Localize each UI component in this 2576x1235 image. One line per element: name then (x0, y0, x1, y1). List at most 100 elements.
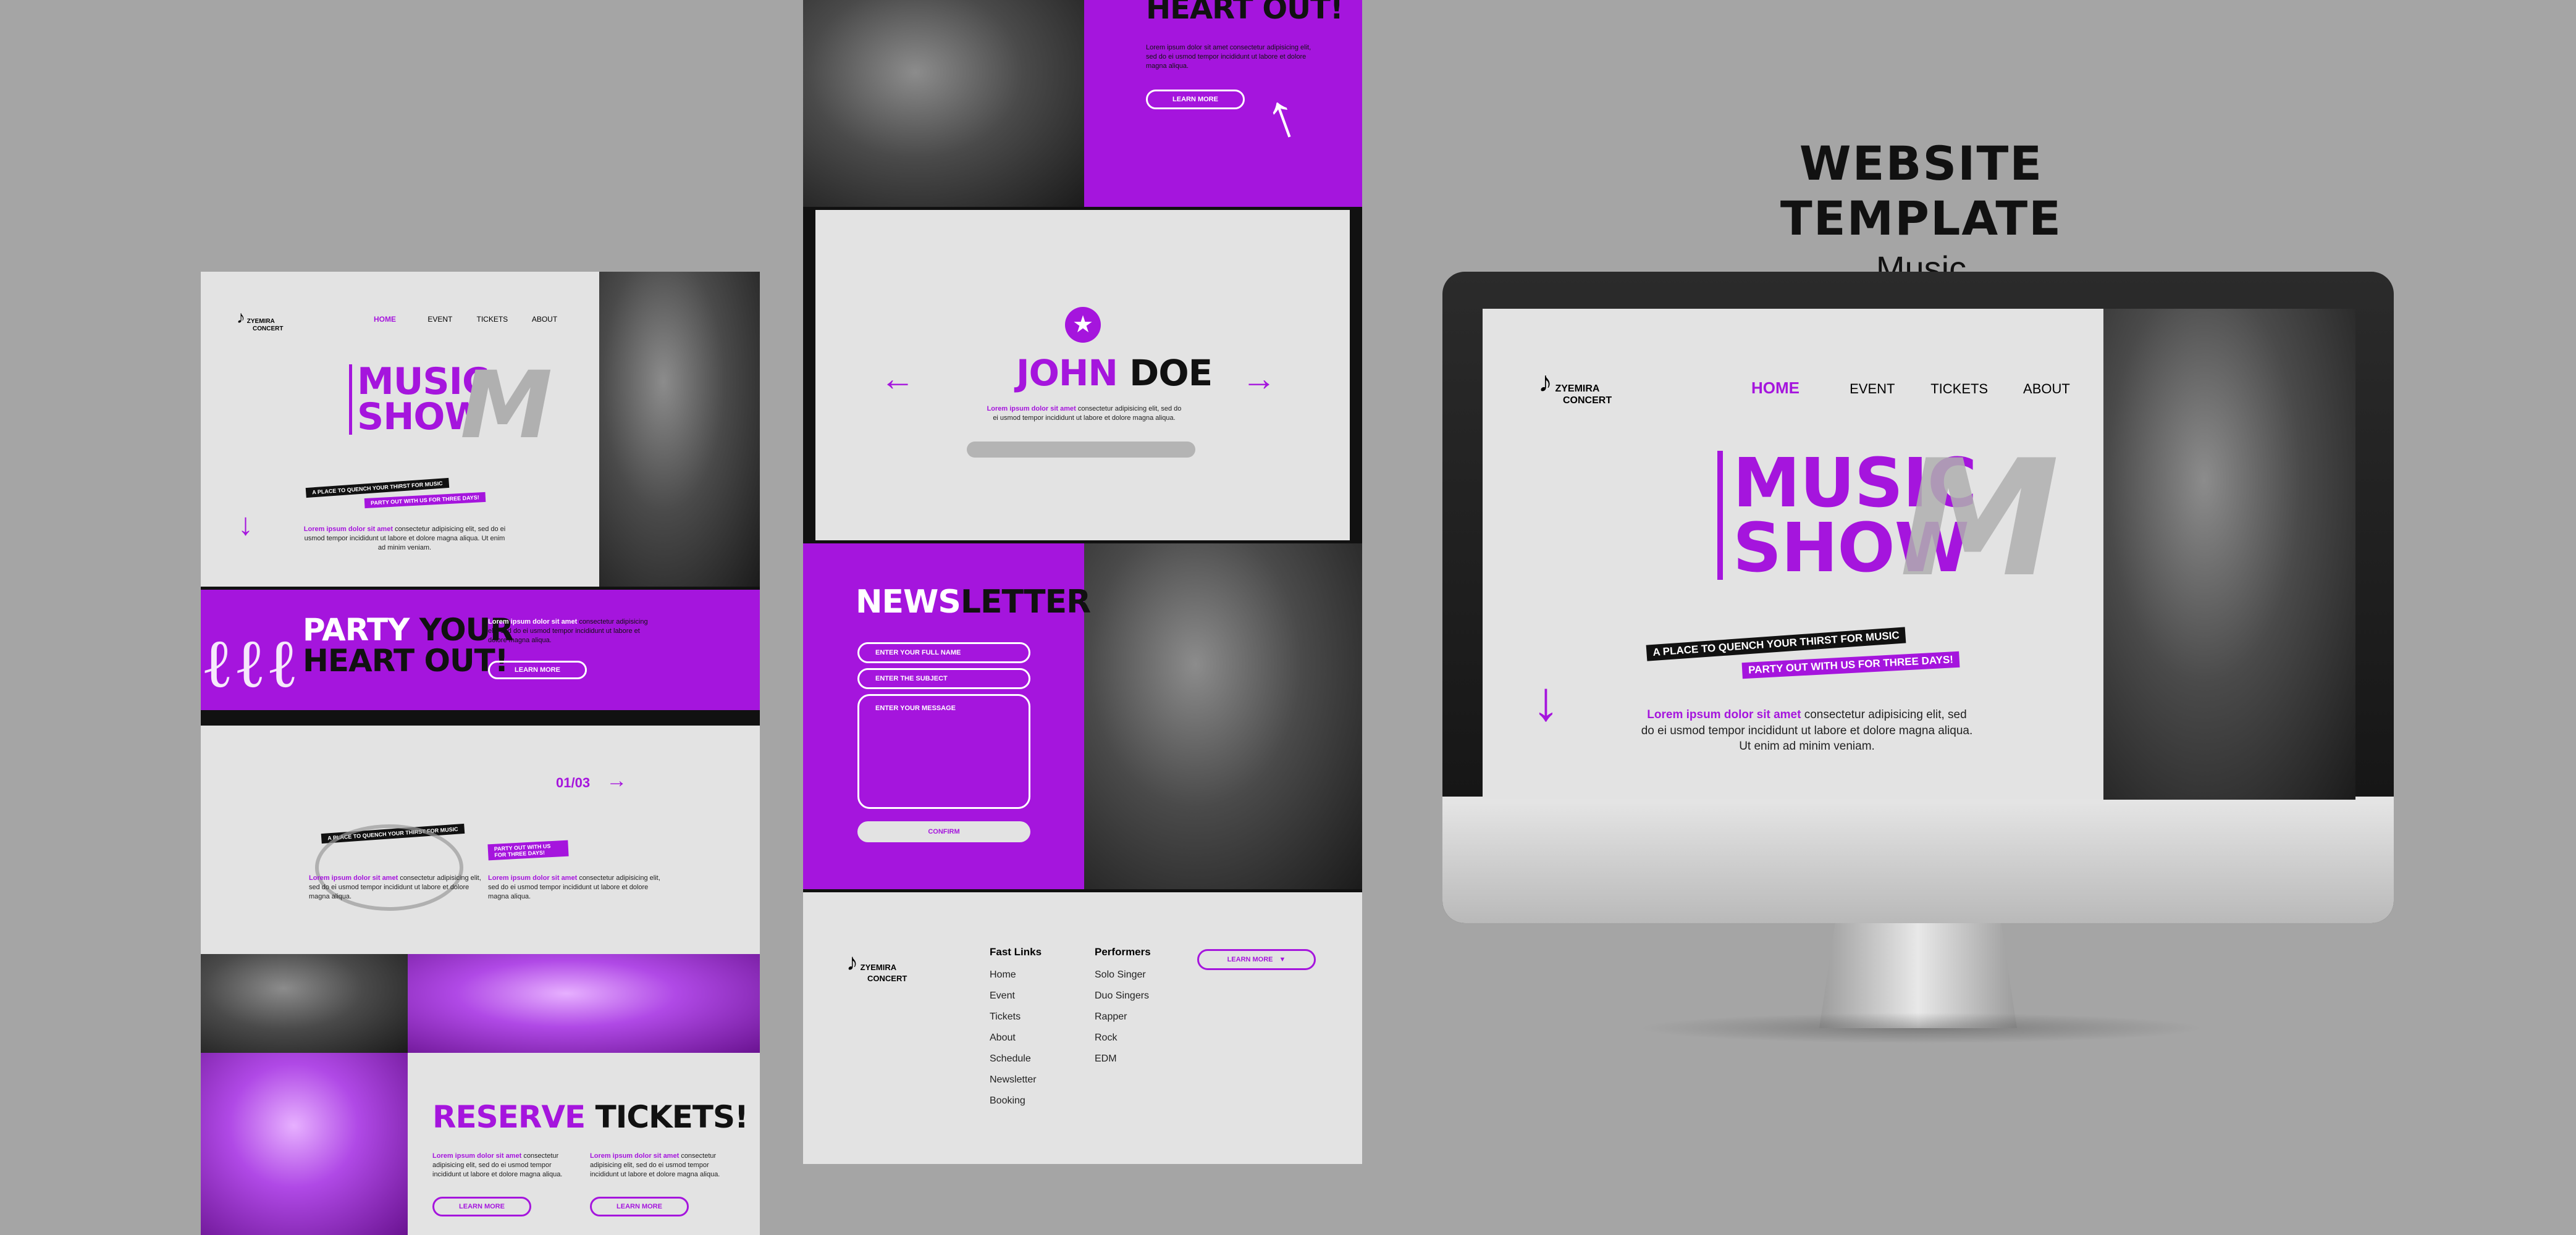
screen-nav-event[interactable]: EVENT (1850, 381, 1895, 396)
newsletter-name-field[interactable]: ENTER YOUR FULL NAME (857, 642, 1030, 663)
screen-lorem-bold: Lorem ipsum dolor sit amet (1647, 708, 1801, 721)
template-header: WEBSITE TEMPLATE Music (1656, 136, 2187, 288)
left-party-lorem: Lorem ipsum dolor sit amet consectetur a… (488, 618, 649, 645)
footer-fast-links: Fast Links Home Event Tickets About Sche… (990, 946, 1042, 1116)
screen-hero-lorem: Lorem ipsum dolor sit amet consectetur a… (1640, 707, 1974, 755)
footer-button-label: LEARN MORE (1227, 956, 1273, 963)
screen-nav-home[interactable]: HOME (1751, 379, 1799, 397)
logo-line1: ZYEMIRA (246, 318, 275, 325)
reserve-col1-bold: Lorem ipsum dolor sit amet (432, 1152, 522, 1160)
mid-top-lorem: Lorem ipsum dolor sit amet consectetur a… (1146, 44, 1311, 70)
performer-next-arrow-icon[interactable]: → (1242, 358, 1276, 398)
party-lorem-bold: Lorem ipsum dolor sit amet (488, 618, 578, 626)
newsletter-subject-field[interactable]: ENTER THE SUBJECT (857, 668, 1030, 689)
left-reserve-title: RESERVE TICKETS! (432, 1099, 749, 1135)
footer-logo: ♪ ZYEMIRA CONCERT (846, 951, 907, 982)
left-party-title: PARTY YOUR HEART OUT! (303, 614, 514, 679)
reserve-button-2[interactable]: LEARN MORE (590, 1197, 689, 1216)
reserve-col-2: Lorem ipsum dolor sit amet consectetur a… (590, 1152, 738, 1179)
nav-home[interactable]: HOME (374, 315, 396, 324)
performer-last: DOE (1129, 352, 1213, 394)
nav-event[interactable]: EVENT (427, 315, 452, 324)
left-nav: HOME EVENT TICKETS ABOUT (374, 315, 557, 324)
gallery-photo-3 (201, 1053, 408, 1235)
left-logo: ♪ ZYEMIRA CONCERT (237, 309, 283, 332)
footer-link[interactable]: Event (990, 990, 1042, 1002)
fast-links-title: Fast Links (990, 946, 1042, 958)
performer-first: JOHN (1016, 352, 1118, 394)
reserve-col-1: Lorem ipsum dolor sit amet consectetur a… (432, 1152, 581, 1179)
footer-link[interactable]: Home (990, 969, 1042, 981)
footer-performer[interactable]: Rapper (1095, 1011, 1151, 1023)
mid-top-photo (803, 0, 1084, 207)
footer-performer[interactable]: Duo Singers (1095, 990, 1151, 1002)
footer-performer[interactable]: Solo Singer (1095, 969, 1151, 981)
hero-down-arrow-icon[interactable]: ↓ (238, 506, 253, 542)
footer-performer[interactable]: Rock (1095, 1032, 1151, 1044)
party-scribble: ℓℓℓ (201, 624, 299, 703)
left-party-button[interactable]: LEARN MORE (488, 661, 587, 679)
footer-link[interactable]: Tickets (990, 1011, 1042, 1023)
performer-lorem-bold: Lorem ipsum dolor sit amet (987, 405, 1076, 412)
footer-link[interactable]: Schedule (990, 1053, 1042, 1065)
performer-brush-stroke (967, 442, 1195, 458)
slider-tag-2: PARTY OUT WITH US FOR THREE DAYS! (487, 840, 569, 861)
screen-down-arrow-icon[interactable]: ↓ (1532, 670, 1560, 734)
screen-logo: ♪ ZYEMIRA CONCERT (1538, 367, 1612, 406)
monitor-stand-shadow (1637, 1013, 2205, 1044)
performer-name: JOHN DOE (1016, 352, 1213, 394)
reserve-col2-bold: Lorem ipsum dolor sit amet (590, 1152, 680, 1160)
party-title-3: HEART OUT! (303, 643, 508, 679)
screen-nav: HOME EVENT TICKETS ABOUT (1751, 379, 2070, 398)
newsletter-photo (1084, 543, 1362, 889)
reserve-button-1[interactable]: LEARN MORE (432, 1197, 531, 1216)
performer-lorem: Lorem ipsum dolor sit amet consectetur a… (985, 404, 1183, 423)
footer-learn-more-button[interactable]: LEARN MORE ▼ (1197, 949, 1316, 970)
slider-col1-bold: Lorem ipsum dolor sit amet (309, 874, 398, 882)
slider-counter: 01/03 → (556, 769, 627, 793)
footer-logo-note-icon: ♪ (846, 950, 858, 976)
screen-logo-note-icon: ♪ (1538, 366, 1552, 398)
monitor-chin (1442, 797, 2394, 923)
screen-scribble-m: M (1900, 426, 2060, 613)
slider-col2-bold: Lorem ipsum dolor sit amet (488, 874, 578, 882)
footer-link[interactable]: About (990, 1032, 1042, 1044)
slider-col-2: Lorem ipsum dolor sit amet consectetur a… (488, 874, 661, 902)
slider-next-arrow-icon[interactable]: → (606, 769, 627, 792)
mid-top-title: HEART OUT! (1146, 0, 1344, 26)
performers-title: Performers (1095, 946, 1151, 958)
footer-logo-line1: ZYEMIRA (860, 963, 897, 972)
footer-panel (803, 892, 1362, 1164)
screen-hero-tags: A PLACE TO QUENCH YOUR THIRST FOR MUSIC … (1646, 627, 1992, 679)
screen-logo-line2: CONCERT (1563, 395, 1612, 406)
slider-col-1: Lorem ipsum dolor sit amet consectetur a… (309, 874, 482, 902)
logo-note-icon: ♪ (237, 308, 245, 327)
footer-link[interactable]: Newsletter (990, 1074, 1042, 1086)
gallery-photo-1 (201, 954, 408, 1053)
newsletter-message-field[interactable]: ENTER YOUR MESSAGE (857, 694, 1030, 809)
footer-logo-line2: CONCERT (867, 974, 907, 983)
hero-scribble-m: M (460, 352, 552, 459)
left-hero-tags: A PLACE TO QUENCH YOUR THIRST FOR MUSIC … (305, 477, 491, 509)
performer-prev-arrow-icon[interactable]: ← (880, 358, 915, 398)
gallery-photo-2 (408, 954, 760, 1053)
newsletter-title-1: NEWS (856, 584, 961, 621)
monitor: ♪ ZYEMIRA CONCERT HOME EVENT TICKETS ABO… (1442, 272, 2394, 923)
nav-about[interactable]: ABOUT (532, 315, 557, 324)
footer-link[interactable]: Booking (990, 1095, 1042, 1107)
screen-nav-about[interactable]: ABOUT (2023, 381, 2070, 396)
nav-tickets[interactable]: TICKETS (476, 315, 508, 324)
left-hero-photo (599, 272, 760, 587)
screen-photo (2103, 309, 2355, 800)
performer-star-icon: ★ (1065, 307, 1101, 343)
mid-top-button[interactable]: LEARN MORE (1146, 90, 1245, 109)
newsletter-confirm-button[interactable]: CONFIRM (857, 821, 1030, 842)
hero-lorem-bold: Lorem ipsum dolor sit amet (303, 525, 393, 533)
reserve-title-2: TICKETS! (595, 1099, 749, 1135)
left-hero-lorem: Lorem ipsum dolor sit amet consectetur a… (303, 525, 507, 553)
template-title: WEBSITE TEMPLATE (1780, 136, 2063, 246)
middle-mockup: HEART OUT! Lorem ipsum dolor sit amet co… (803, 0, 1362, 1164)
screen-nav-tickets[interactable]: TICKETS (1930, 381, 1988, 396)
chevron-down-icon: ▼ (1279, 956, 1286, 963)
footer-performer[interactable]: EDM (1095, 1053, 1151, 1065)
